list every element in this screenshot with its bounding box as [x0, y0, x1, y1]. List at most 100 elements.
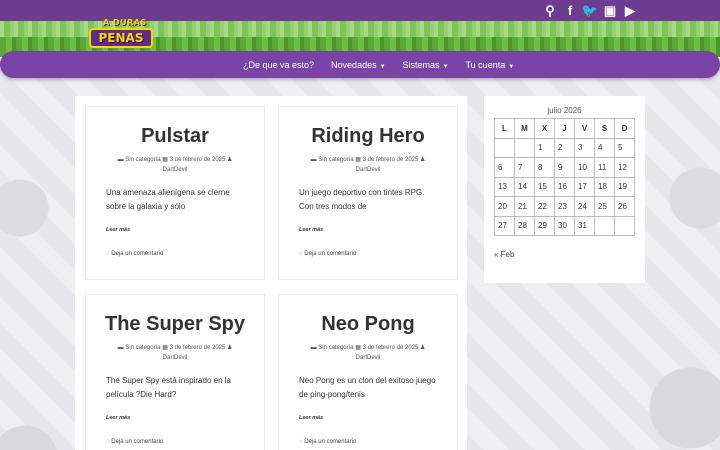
calendar-day: 21 — [514, 196, 535, 217]
post-excerpt: Un juego deportivo con tintes RPG. Con t… — [299, 188, 425, 211]
calendar-day: 30 — [554, 215, 575, 236]
comment-label: Deja un comentario — [111, 251, 164, 257]
nav-item-sistemas[interactable]: Sistemas ▼ — [403, 60, 449, 70]
post-excerpt: The Super Spy está inspirado en la pelíc… — [106, 376, 231, 399]
post-meta: ▬ Sin categoría ▦ 3 de febrero de 2025 ♟… — [279, 343, 457, 363]
calendar-icon: ▦ — [162, 345, 168, 351]
post-date[interactable]: 3 de febrero de 2025 — [170, 345, 226, 351]
calendar-weekday: D — [614, 118, 635, 139]
caret-down-icon: ▼ — [442, 63, 449, 70]
calendar-day: 24 — [574, 196, 595, 217]
comment-link[interactable]: ◌ Deja un comentario — [299, 439, 437, 445]
post-meta: ▬ Sin categoría ▦ 3 de febrero de 2025 ♟… — [86, 155, 264, 175]
post-card: Riding Hero ▬ Sin categoría ▦ 3 de febre… — [278, 106, 458, 280]
comment-link[interactable]: ◌ Deja un comentario — [106, 251, 244, 257]
calendar-day: 16 — [554, 176, 575, 197]
comment-icon: ◌ — [106, 439, 110, 445]
comment-icon: ◌ — [299, 251, 303, 257]
post-title[interactable]: The Super Spy — [86, 313, 264, 336]
post-date[interactable]: 3 de febrero de 2025 — [363, 157, 419, 163]
calendar-weekday: X — [534, 118, 555, 139]
facebook-icon[interactable]: f — [560, 1, 580, 20]
post-title[interactable]: Neo Pong — [279, 313, 457, 336]
calendar-day: 28 — [514, 215, 535, 236]
calendar-day: 8 — [534, 157, 555, 178]
calendar-icon: ▦ — [162, 157, 168, 163]
post-author[interactable]: DartDevil — [163, 167, 188, 173]
youtube-icon[interactable]: ▶ — [620, 1, 640, 20]
caret-down-icon: ▼ — [508, 63, 515, 70]
calendar-day: 11 — [594, 157, 615, 178]
read-more-link[interactable]: Leer más — [106, 415, 244, 421]
twitter-icon[interactable]: 🐦 — [580, 1, 600, 20]
twitch-icon[interactable]: ▣ — [600, 1, 620, 20]
comment-label: Deja un comentario — [304, 251, 357, 257]
calendar-table: L M X J V S D 1 2 3 4 5 6 7 8 9 10 11 12… — [494, 118, 635, 236]
comment-label: Deja un comentario — [111, 439, 164, 445]
post-card: Pulstar ▬ Sin categoría ▦ 3 de febrero d… — [85, 106, 265, 280]
search-icon[interactable]: ⚲ — [540, 1, 560, 20]
user-icon: ♟ — [227, 157, 233, 163]
calendar-day — [594, 215, 615, 236]
post-category[interactable]: Sin categoría — [318, 345, 353, 351]
nav-label: Sistemas — [402, 59, 440, 70]
read-more-link[interactable]: Leer más — [299, 227, 437, 233]
calendar-day: 27 — [494, 215, 515, 236]
post-category[interactable]: Sin categoría — [125, 345, 160, 351]
comment-icon: ◌ — [299, 439, 303, 445]
calendar-day: 25 — [594, 196, 615, 217]
calendar-day: 19 — [614, 176, 635, 197]
folder-icon: ▬ — [310, 157, 317, 163]
calendar-day: 3 — [574, 137, 595, 158]
logo-bottom-text: PENAS — [89, 28, 153, 48]
post-meta: ▬ Sin categoría ▦ 3 de febrero de 2025 ♟… — [279, 155, 457, 175]
calendar-day: 23 — [554, 196, 575, 217]
calendar-day: 13 — [494, 176, 515, 197]
calendar-day: 1 — [534, 137, 555, 158]
comment-label: Deja un comentario — [304, 439, 357, 445]
post-card: Neo Pong ▬ Sin categoría ▦ 3 de febrero … — [278, 294, 458, 450]
nav-item-account[interactable]: Tu cuenta ▼ — [466, 60, 515, 70]
calendar-day: 18 — [594, 176, 615, 197]
post-title[interactable]: Riding Hero — [279, 125, 457, 148]
folder-icon: ▬ — [117, 345, 124, 351]
post-author[interactable]: DartDevil — [356, 355, 381, 361]
read-more-link[interactable]: Leer más — [299, 415, 437, 421]
main-navigation: ¿De que va esto? Novedades ▼ Sistemas ▼ Tu… — [0, 51, 720, 78]
comment-link[interactable]: ◌ Deja un comentario — [299, 251, 437, 257]
calendar-weekday: M — [514, 118, 535, 139]
calendar-prev-link[interactable]: « Feb — [494, 250, 635, 259]
post-excerpt: Una amenaza alienígena se cierne sobre l… — [106, 188, 230, 211]
nav-item-novedades[interactable]: Novedades ▼ — [331, 60, 386, 70]
post-category[interactable]: Sin categoría — [318, 157, 353, 163]
post-date[interactable]: 3 de febrero de 2025 — [363, 345, 419, 351]
post-meta: ▬ Sin categoría ▦ 3 de febrero de 2025 ♟… — [86, 343, 264, 363]
comment-icon: ◌ — [106, 251, 110, 257]
logo-top-text: A DURAS — [103, 18, 147, 27]
posts-container: Pulstar ▬ Sin categoría ▦ 3 de febrero d… — [75, 96, 467, 450]
calendar-weekday: V — [574, 118, 595, 139]
post-date[interactable]: 3 de febrero de 2025 — [170, 157, 226, 163]
calendar-day: 29 — [534, 215, 555, 236]
user-icon: ♟ — [227, 345, 233, 351]
post-title[interactable]: Pulstar — [86, 125, 264, 148]
nav-item-about[interactable]: ¿De que va esto? — [243, 60, 314, 70]
read-more-link[interactable]: Leer más — [106, 227, 244, 233]
post-excerpt: Neo Pong es un clon del exitoso juego de… — [299, 376, 436, 399]
calendar-day: 9 — [554, 157, 575, 178]
calendar-day — [514, 137, 535, 158]
site-logo[interactable]: A DURAS PENAS — [89, 18, 153, 52]
calendar-weekday: L — [494, 118, 515, 139]
calendar-day: 17 — [574, 176, 595, 197]
calendar-day: 7 — [514, 157, 535, 178]
folder-icon: ▬ — [117, 157, 124, 163]
calendar-day: 10 — [574, 157, 595, 178]
post-category[interactable]: Sin categoría — [125, 157, 160, 163]
calendar-day: 22 — [534, 196, 555, 217]
calendar-day: 4 — [594, 137, 615, 158]
post-author[interactable]: DartDevil — [163, 355, 188, 361]
comment-link[interactable]: ◌ Deja un comentario — [106, 439, 244, 445]
post-author[interactable]: DartDevil — [356, 167, 381, 173]
calendar-day: 15 — [534, 176, 555, 197]
calendar-icon: ▦ — [355, 157, 361, 163]
